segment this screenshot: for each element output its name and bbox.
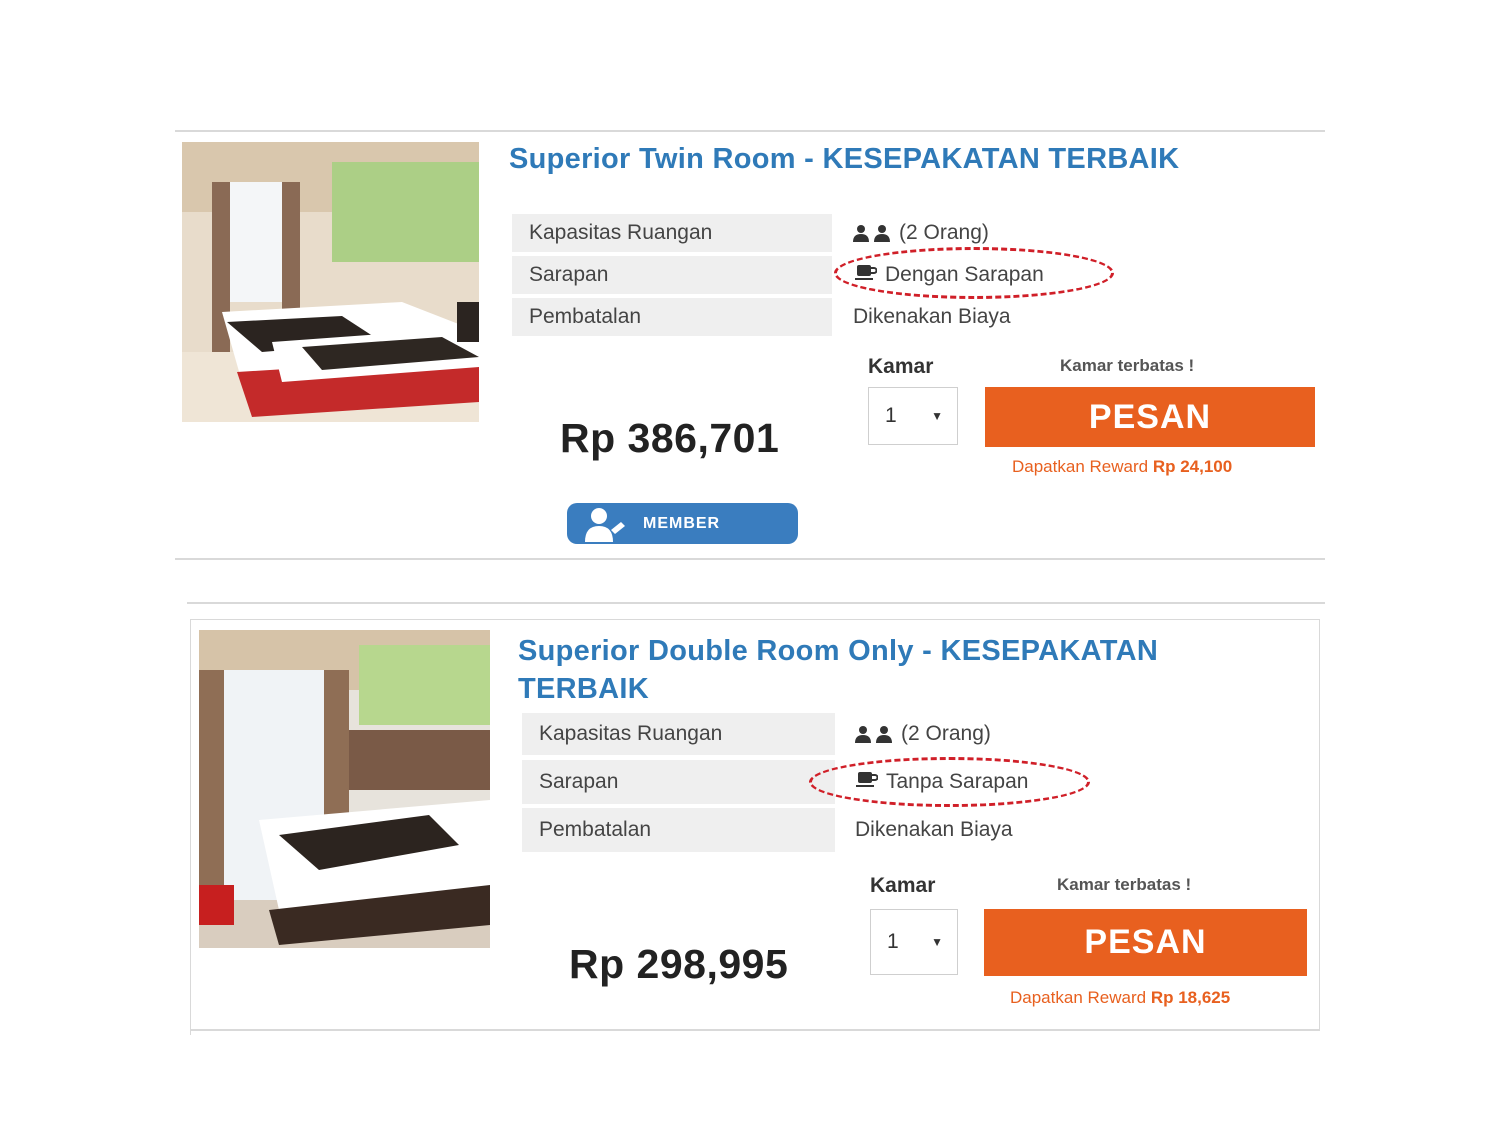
highlight-annotation bbox=[834, 247, 1114, 299]
limited-rooms-notice: Kamar terbatas ! bbox=[1060, 356, 1195, 375]
breakfast-label: Sarapan bbox=[512, 256, 832, 294]
breakfast-label: Sarapan bbox=[522, 760, 835, 804]
room-quantity-select[interactable]: 1 ▼ bbox=[868, 387, 958, 445]
card-right-border bbox=[1319, 620, 1320, 1030]
reward-prefix: Dapatkan Reward bbox=[1012, 457, 1149, 476]
caret-down-icon: ▼ bbox=[931, 935, 943, 949]
room-title[interactable]: Superior Double Room Only - KESEPAKATAN … bbox=[518, 632, 1158, 708]
highlight-annotation bbox=[809, 757, 1090, 807]
book-button[interactable]: PESAN bbox=[985, 387, 1315, 447]
card-bottom-border bbox=[190, 1029, 1320, 1031]
member-icon bbox=[585, 507, 625, 542]
person-icon bbox=[852, 224, 891, 242]
card-top-border bbox=[175, 130, 1325, 132]
room-quantity-label: Kamar bbox=[868, 355, 934, 378]
card-inner-top-border bbox=[190, 619, 1320, 620]
room-quantity-value: 1 bbox=[885, 404, 897, 427]
cancellation-value: Dikenakan Biaya bbox=[853, 305, 1011, 328]
person-icon bbox=[854, 725, 893, 743]
cancellation-label: Pembatalan bbox=[522, 808, 835, 852]
capacity-text: (2 Orang) bbox=[899, 221, 989, 244]
caret-down-icon: ▼ bbox=[931, 409, 943, 423]
room-title[interactable]: Superior Twin Room - KESEPAKATAN TERBAIK bbox=[509, 140, 1179, 178]
capacity-label: Kapasitas Ruangan bbox=[512, 214, 832, 252]
card-bottom-border bbox=[175, 558, 1325, 560]
capacity-value: (2 Orang) bbox=[854, 713, 991, 755]
reward-info: Dapatkan Reward Rp 24,100 bbox=[1012, 457, 1232, 477]
cancellation-label: Pembatalan bbox=[512, 298, 832, 336]
cancellation-value: Dikenakan Biaya bbox=[855, 818, 1013, 841]
reward-info: Dapatkan Reward Rp 18,625 bbox=[1010, 988, 1230, 1008]
room-price: Rp 386,701 bbox=[560, 415, 780, 461]
capacity-label: Kapasitas Ruangan bbox=[522, 713, 835, 755]
room-photo bbox=[182, 142, 479, 422]
room-photo bbox=[199, 630, 490, 948]
room-title-line-2: TERBAIK bbox=[518, 673, 649, 705]
reward-amount: Rp 24,100 bbox=[1152, 457, 1233, 476]
room-quantity-value: 1 bbox=[887, 930, 899, 953]
reward-amount: Rp 18,625 bbox=[1150, 988, 1231, 1007]
room-quantity-label: Kamar bbox=[870, 874, 936, 897]
card-top-border bbox=[187, 602, 1325, 604]
room-title-line-1: Superior Double Room Only - KESEPAKATAN bbox=[518, 635, 1159, 667]
limited-rooms-notice: Kamar terbatas ! bbox=[1057, 875, 1192, 894]
card-left-border bbox=[190, 620, 191, 1035]
reward-prefix: Dapatkan Reward bbox=[1010, 988, 1147, 1007]
book-button[interactable]: PESAN bbox=[984, 909, 1307, 976]
member-label: MEMBER bbox=[643, 514, 721, 532]
member-badge[interactable]: MEMBER bbox=[567, 503, 798, 544]
room-quantity-select[interactable]: 1 ▼ bbox=[870, 909, 958, 975]
room-price: Rp 298,995 bbox=[569, 941, 789, 987]
capacity-text: (2 Orang) bbox=[901, 722, 991, 745]
